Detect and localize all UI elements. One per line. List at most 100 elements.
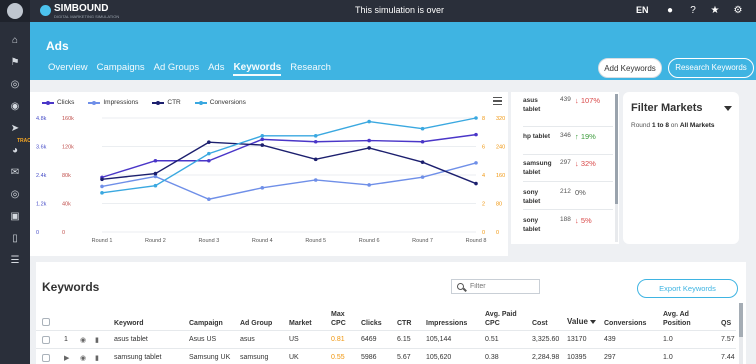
cell-keyword: samsung tablet: [114, 354, 162, 361]
col-avg-paid-cpc[interactable]: Avg. Paid CPC: [485, 310, 519, 328]
keyword-value: 346: [560, 132, 571, 139]
col-clicks[interactable]: Clicks: [361, 319, 382, 328]
settings-target-icon[interactable]: ◎: [0, 185, 30, 205]
email-icon[interactable]: ✉: [0, 163, 30, 183]
chevron-down-icon[interactable]: [724, 106, 732, 111]
mobile-icon[interactable]: ▯: [0, 229, 30, 249]
gear-icon[interactable]: ⚙: [731, 4, 745, 18]
delete-icon[interactable]: ▮: [95, 354, 99, 362]
top-keyword-item[interactable]: asus tablet 439 ↓ 107%: [511, 92, 615, 120]
col-market[interactable]: Market: [289, 319, 312, 328]
data-point: [474, 116, 478, 120]
legend-clicks[interactable]: Clicks: [42, 99, 74, 106]
social-icon[interactable]: ▣: [0, 207, 30, 227]
research-keywords-button[interactable]: Research Keywords: [668, 58, 754, 78]
filter-search[interactable]: [451, 279, 540, 294]
top-keywords-scroll-thumb[interactable]: [615, 94, 618, 204]
home-icon[interactable]: ⌂: [0, 31, 30, 51]
cell-conversions: 297: [604, 354, 616, 361]
col-keyword[interactable]: Keyword: [114, 319, 144, 328]
keyword-name: hp tablet: [523, 133, 551, 140]
legend-ctr[interactable]: CTR: [152, 99, 181, 106]
data-point: [367, 119, 371, 124]
delete-icon[interactable]: ▮: [95, 336, 99, 344]
legend-marker: [152, 100, 165, 105]
keyword-name: samsung tablet: [523, 160, 552, 176]
cell-clicks: 5986: [361, 354, 377, 361]
divider: [523, 126, 613, 127]
top-keyword-item[interactable]: hp tablet 346 ↑ 19%: [511, 128, 615, 156]
legend-conversions[interactable]: Conversions: [194, 99, 246, 106]
add-keywords-button[interactable]: Add Keywords: [598, 58, 662, 78]
axis-tick-label: 1.2k: [36, 202, 47, 208]
table-scroll-thumb[interactable]: [739, 303, 743, 337]
megaphone-icon[interactable]: ➤ TRACK: [0, 119, 35, 144]
avatar-icon: [7, 3, 23, 19]
selected-markets: All Markets: [679, 122, 715, 129]
help-icon[interactable]: ?: [686, 4, 700, 18]
legend-label: Impressions: [103, 99, 139, 106]
col-ad-group[interactable]: Ad Group: [240, 319, 272, 328]
series-line-impressions: [101, 162, 477, 200]
col-qs[interactable]: QS: [721, 319, 731, 328]
user-avatar[interactable]: [0, 0, 30, 22]
keyword-change: ↑ 19%: [575, 132, 596, 141]
export-keywords-button[interactable]: Export Keywords: [637, 279, 738, 298]
cell-value: 10395: [567, 354, 587, 361]
exit-icon[interactable]: [752, 4, 756, 18]
top-keyword-item[interactable]: sony tablet 212 0%: [511, 184, 615, 212]
filter-markets-panel: Filter Markets Round 1 to 8 on All Marke…: [623, 92, 739, 244]
cell-avg-cpc: 0.38: [485, 354, 499, 361]
row-checkbox[interactable]: [42, 354, 50, 362]
bulb-icon[interactable]: ★: [708, 4, 722, 18]
globe-icon[interactable]: ◉: [0, 97, 30, 117]
tab-research[interactable]: Research: [290, 62, 331, 76]
user-icon[interactable]: ●: [663, 4, 677, 18]
language-selector[interactable]: EN: [636, 5, 649, 15]
col-max-cpc[interactable]: Max CPC: [331, 310, 351, 328]
filter-title[interactable]: Filter Markets: [631, 102, 703, 114]
axis-tick-label: 0: [36, 230, 39, 236]
col-avg-ad-position[interactable]: Avg. Ad Position: [663, 310, 708, 328]
tab-keywords[interactable]: Keywords: [233, 62, 282, 76]
tab-ads[interactable]: Ads: [208, 62, 224, 76]
table-row[interactable]: 1 ◉ ▮ asus tablet Asus US asus US 0.81 6…: [36, 331, 736, 349]
data-point: [153, 158, 158, 163]
col-cost[interactable]: Cost: [532, 319, 548, 328]
axis-tick-label: 80k: [62, 173, 71, 179]
filter-input[interactable]: [470, 281, 538, 292]
flag-icon[interactable]: ⚑: [0, 53, 30, 73]
analytics-icon[interactable]: ◕: [0, 141, 30, 161]
data-point: [367, 183, 371, 187]
keyword-value: 188: [560, 216, 571, 223]
chart-menu-icon[interactable]: [493, 97, 502, 105]
eye-icon[interactable]: ◉: [80, 336, 86, 344]
play-icon[interactable]: ▶: [64, 354, 69, 362]
col-impressions[interactable]: Impressions: [426, 319, 467, 328]
axis-tick-label: 2.4k: [36, 173, 47, 179]
tab-ad-groups[interactable]: Ad Groups: [154, 62, 199, 76]
tab-campaigns[interactable]: Campaigns: [97, 62, 145, 76]
top-keyword-item[interactable]: sony tablet 188 ↓ 5%: [511, 212, 615, 240]
table-row[interactable]: ▶ ◉ ▮ samsung tablet Samsung UK samsung …: [36, 349, 736, 364]
col-campaign[interactable]: Campaign: [189, 319, 223, 328]
data-point: [313, 134, 318, 138]
col-conversions[interactable]: Conversions: [604, 319, 646, 328]
col-value[interactable]: Value: [567, 317, 596, 326]
target-icon[interactable]: ◎: [0, 75, 30, 95]
cell-max-cpc[interactable]: 0.55: [331, 354, 345, 361]
axis-tick-label: 0: [482, 230, 485, 236]
col-ctr[interactable]: CTR: [397, 319, 411, 328]
eye-icon[interactable]: ◉: [80, 354, 86, 362]
select-all-checkbox[interactable]: [42, 318, 50, 326]
brand-name: SIMBOUND: [54, 3, 109, 14]
tab-overview[interactable]: Overview: [48, 62, 88, 76]
list-icon[interactable]: ☰: [0, 251, 30, 271]
cell-max-cpc[interactable]: 0.81: [331, 336, 345, 343]
data-point: [100, 184, 104, 189]
top-keyword-item[interactable]: samsung tablet 297 ↓ 32%: [511, 155, 615, 183]
row-checkbox[interactable]: [42, 336, 50, 344]
legend-impressions[interactable]: Impressions: [88, 99, 138, 106]
data-point: [420, 175, 425, 179]
performance-chart: 0 1.2k 2.4k 3.6k 4.8k 0 40k 80k 120k 160k 0 2 4 6 8 0 80…: [30, 92, 508, 256]
